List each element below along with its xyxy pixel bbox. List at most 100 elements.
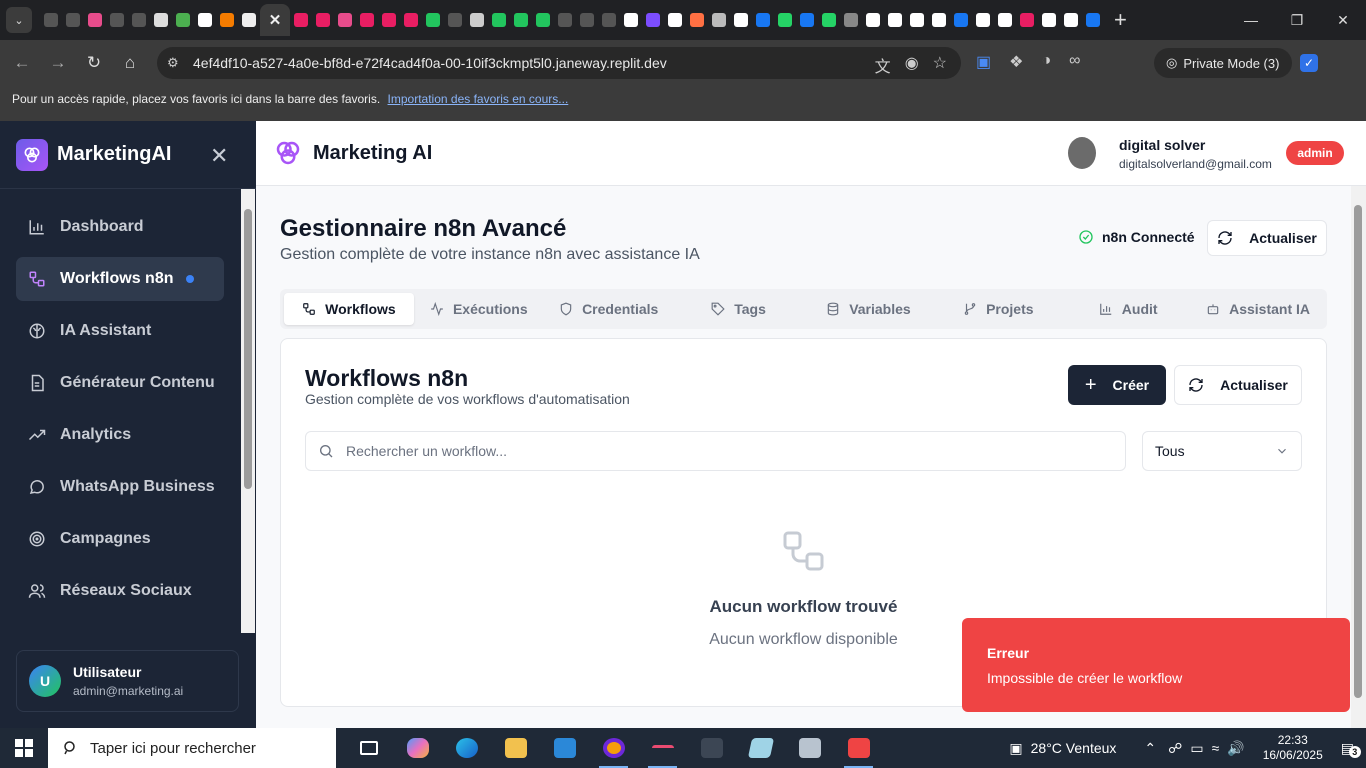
- tab-credentials[interactable]: Credentials: [544, 293, 674, 325]
- browser-tab[interactable]: [400, 9, 422, 31]
- browser-tab[interactable]: [510, 9, 532, 31]
- browser-tab[interactable]: [194, 9, 216, 31]
- search-field[interactable]: [305, 431, 1126, 471]
- browser-tab[interactable]: [1082, 9, 1104, 31]
- browser-tab[interactable]: [818, 9, 840, 31]
- forward-button[interactable]: →: [40, 53, 76, 73]
- browser-tab[interactable]: [334, 9, 356, 31]
- browser-tab[interactable]: [62, 9, 84, 31]
- browser-tab[interactable]: [106, 9, 128, 31]
- shield-icon[interactable]: ✓: [1300, 54, 1318, 72]
- clock[interactable]: 22:33 16/06/2025: [1263, 733, 1323, 763]
- new-tab-button[interactable]: +: [1114, 7, 1127, 33]
- browser-tab[interactable]: [994, 9, 1016, 31]
- translate-icon[interactable]: 文: [875, 53, 891, 77]
- maximize-button[interactable]: ❐: [1274, 0, 1320, 40]
- close-sidebar-icon[interactable]: ✕: [210, 143, 228, 169]
- task-view-icon[interactable]: [344, 728, 393, 768]
- reload-button[interactable]: ↻: [76, 53, 112, 73]
- volume-icon[interactable]: 🔊: [1227, 740, 1244, 757]
- back-button[interactable]: ←: [4, 53, 40, 73]
- battery-icon[interactable]: ▭: [1190, 740, 1203, 757]
- browser-tab[interactable]: [172, 9, 194, 31]
- error-toast[interactable]: Erreur Impossible de créer le workflow: [962, 618, 1350, 712]
- copilot-icon[interactable]: [393, 728, 442, 768]
- tab-projects[interactable]: Projets: [933, 293, 1063, 325]
- browser-tab[interactable]: [950, 9, 972, 31]
- sidebar-item-whatsapp[interactable]: WhatsApp Business: [16, 465, 224, 509]
- mail-icon[interactable]: [540, 728, 589, 768]
- status-filter-select[interactable]: Tous: [1142, 431, 1302, 471]
- browser-tab[interactable]: [774, 9, 796, 31]
- browser-tab[interactable]: [928, 9, 950, 31]
- browser-tab[interactable]: [466, 9, 488, 31]
- browser-tab[interactable]: [150, 9, 172, 31]
- refresh-button[interactable]: Actualiser: [1207, 220, 1327, 256]
- browser-tab[interactable]: [444, 9, 466, 31]
- sidebar-scrollbar[interactable]: [241, 189, 255, 633]
- close-window-button[interactable]: ✕: [1320, 0, 1366, 40]
- browser-tab[interactable]: [576, 9, 598, 31]
- main-scrollbar[interactable]: [1351, 186, 1366, 728]
- browser-app-icon[interactable]: [589, 728, 638, 768]
- browser-tab[interactable]: [642, 9, 664, 31]
- devices-icon[interactable]: ☍: [1168, 740, 1182, 757]
- browser-tab[interactable]: [752, 9, 774, 31]
- browser-tab[interactable]: [708, 9, 730, 31]
- minimize-button[interactable]: —: [1228, 0, 1274, 40]
- browser-tab[interactable]: [238, 9, 260, 31]
- browser-tab[interactable]: [796, 9, 818, 31]
- profile-avatar[interactable]: [1068, 137, 1096, 169]
- browser-tab[interactable]: [840, 9, 862, 31]
- browser-tab[interactable]: [686, 9, 708, 31]
- browser-tab[interactable]: [488, 9, 510, 31]
- user-card[interactable]: U Utilisateur admin@marketing.ai: [16, 650, 239, 712]
- address-bar[interactable]: ⚙ 4ef4df10-a527-4a0e-bf8d-e72f4cad4f0a-0…: [157, 47, 961, 79]
- create-workflow-button[interactable]: + Créer: [1068, 365, 1166, 405]
- browser-tab[interactable]: [862, 9, 884, 31]
- browser-tab[interactable]: [422, 9, 444, 31]
- notepad-app-icon[interactable]: [736, 728, 785, 768]
- sidebar-item-ia-assistant[interactable]: IA Assistant: [16, 309, 224, 353]
- sidebar-item-social-networks[interactable]: Réseaux Sociaux: [16, 569, 224, 613]
- chevron-up-icon[interactable]: ⌃: [1144, 740, 1156, 757]
- tab-tags[interactable]: Tags: [674, 293, 804, 325]
- tab-audit[interactable]: Audit: [1063, 293, 1193, 325]
- tab-search-button[interactable]: ⌄: [6, 7, 32, 33]
- browser-tab[interactable]: [554, 9, 576, 31]
- tracking-prevention-icon[interactable]: ◉: [905, 53, 919, 77]
- code-app-icon[interactable]: [687, 728, 736, 768]
- puzzle-extension-icon[interactable]: ❖: [1009, 52, 1023, 72]
- browser-tab[interactable]: [84, 9, 106, 31]
- favorite-star-icon[interactable]: ☆: [933, 53, 947, 77]
- browser-tab[interactable]: [884, 9, 906, 31]
- sidebar-item-content-generator[interactable]: Générateur Contenu: [16, 361, 224, 405]
- card-refresh-button[interactable]: Actualiser: [1174, 365, 1302, 405]
- browser-tab[interactable]: [598, 9, 620, 31]
- browser-tab[interactable]: [730, 9, 752, 31]
- import-favorites-link[interactable]: Importation des favoris en cours...: [388, 92, 569, 106]
- browser-tab[interactable]: [972, 9, 994, 31]
- tab-ai-assistant[interactable]: Assistant IA: [1193, 293, 1323, 325]
- browser-tab[interactable]: [1016, 9, 1038, 31]
- browser-tab[interactable]: [216, 9, 238, 31]
- edge-icon[interactable]: [442, 728, 491, 768]
- start-button[interactable]: [0, 739, 48, 757]
- wifi-icon[interactable]: ≈: [1212, 740, 1220, 756]
- sidebar-item-dashboard[interactable]: Dashboard: [16, 205, 224, 249]
- sidebar-item-workflows[interactable]: Workflows n8n: [16, 257, 224, 301]
- browser-tab[interactable]: [312, 9, 334, 31]
- lock-extension-icon[interactable]: ▣: [976, 52, 991, 72]
- browser-tab[interactable]: [532, 9, 554, 31]
- weather-text[interactable]: 28°C Venteux: [1031, 740, 1117, 756]
- taskbar-search[interactable]: Taper ici pour rechercher: [48, 728, 336, 768]
- red-app-icon[interactable]: [834, 728, 883, 768]
- sidebar-item-campaigns[interactable]: Campagnes: [16, 517, 224, 561]
- file-explorer-icon[interactable]: [491, 728, 540, 768]
- split-screen-icon[interactable]: ◑: [1041, 52, 1051, 72]
- tab-executions[interactable]: Exécutions: [414, 293, 544, 325]
- browser-tab[interactable]: [378, 9, 400, 31]
- image-viewer-app-icon[interactable]: [785, 728, 834, 768]
- browser-tab[interactable]: [1038, 9, 1060, 31]
- tab-variables[interactable]: Variables: [804, 293, 934, 325]
